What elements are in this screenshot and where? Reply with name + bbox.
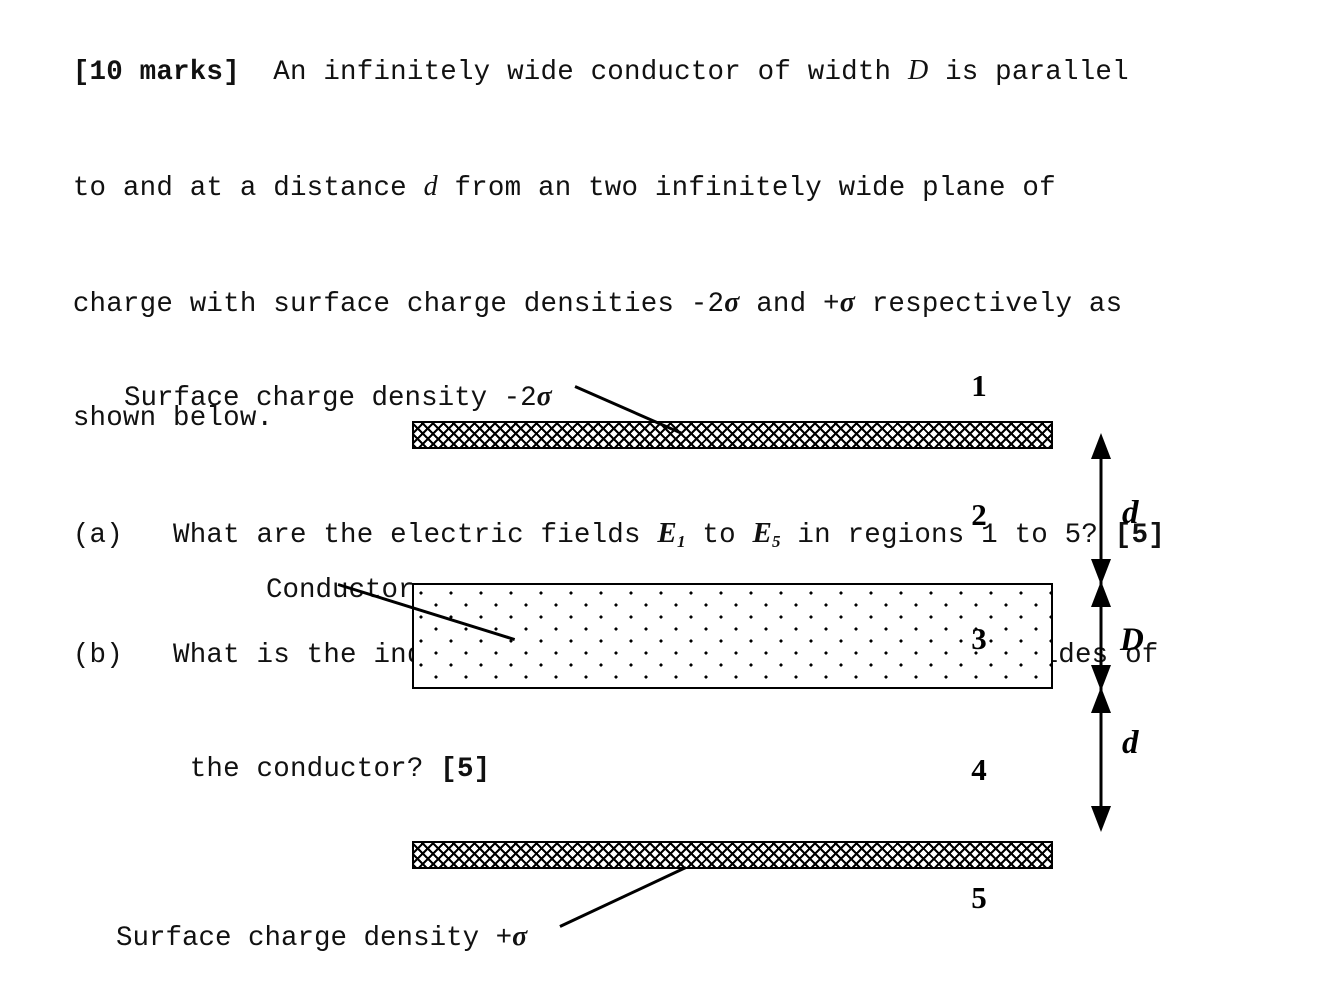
intro-line-2-text-b: from an two infinitely wide plane of (437, 173, 1056, 204)
part-a-gap (123, 520, 173, 551)
part-a-marks: [5] (1114, 520, 1165, 551)
var-D-inline: D (907, 55, 929, 86)
intro-line-1-text-a: An infinitely wide conductor of width (239, 57, 908, 88)
sigma-symbol-negative: σ (724, 287, 740, 318)
question-part-a: (a) What are the electric fields E1 to E… (6, 476, 1326, 599)
part-b-indent (73, 754, 190, 785)
marks-label: [10 marks] (72, 57, 240, 88)
intro-line-4: shown below. (6, 362, 1326, 476)
part-b-marks: [5] (440, 753, 491, 785)
field-symbol-E5: E5 (752, 517, 781, 551)
bottom-plate-label: Surface charge density +σ (50, 892, 527, 984)
sigma-symbol-positive: σ (839, 287, 856, 318)
part-b-text-b: the conductor? (189, 753, 441, 785)
region-label-5: 5 (962, 882, 996, 913)
intro-line-3: charge with surface charge densities -2σ… (6, 246, 1326, 362)
var-d-inline: d (423, 171, 438, 202)
part-a-text-b: to (685, 520, 753, 551)
intro-line-1-text-b: is parallel (928, 57, 1129, 88)
bottom-plate-label-text: Surface charge density + (116, 923, 513, 954)
intro-line-3-text-a: charge with surface charge densities -2 (72, 289, 725, 320)
intro-line-3-text-b: and + (739, 289, 840, 320)
field-symbol-E1: E1 (657, 517, 686, 551)
bottom-charged-plate (412, 841, 1053, 869)
part-a-marker: (a) (72, 520, 123, 551)
intro-line-1: [10 marks] An infinitely wide conductor … (6, 14, 1326, 130)
bottom-plate-sigma-symbol: σ (512, 921, 528, 952)
question-part-b-line-2: the conductor? [5] (6, 713, 1326, 827)
intro-line-4-text: shown below. (72, 403, 274, 434)
question-text-block: [10 marks] An infinitely wide conductor … (6, 14, 1326, 827)
intro-line-3-text-c: respectively as (855, 289, 1123, 320)
bottom-plate-leader-line (559, 866, 687, 929)
part-a-text-a: What are the electric fields (173, 520, 658, 551)
intro-line-2-text-a: to and at a distance (72, 173, 424, 204)
intro-line-2: to and at a distance d from an two infin… (6, 130, 1326, 246)
region-5-text: 5 (971, 880, 987, 915)
part-b-gap (123, 640, 173, 671)
part-b-marker: (b) (72, 639, 123, 671)
part-a-text-c: in regions 1 to 5? (780, 520, 1115, 551)
question-part-b-line-1: (b) What is the induced surface charge d… (6, 599, 1326, 713)
part-b-text-a: What is the induced surface charge densi… (173, 639, 1159, 671)
